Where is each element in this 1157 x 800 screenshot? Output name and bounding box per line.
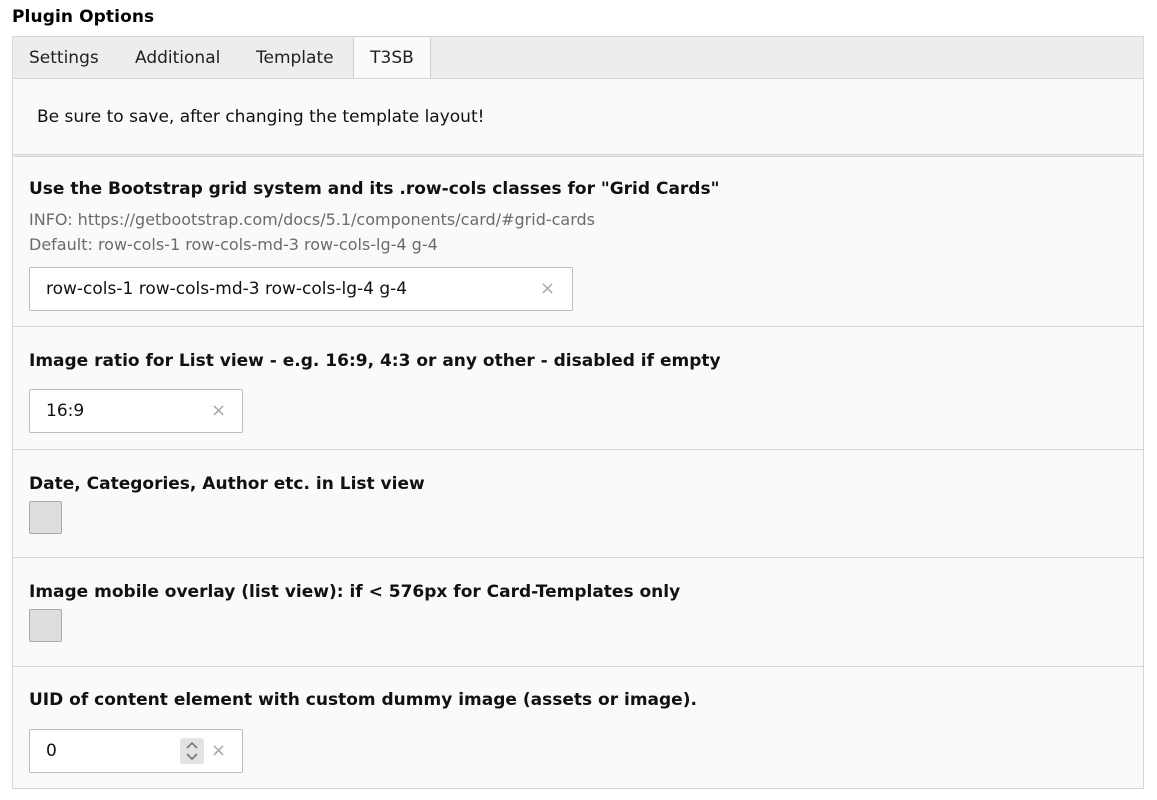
tab-bar: Settings Additional Template T3SB [12,36,1144,80]
dummy-image-uid-input[interactable]: 0 × [29,729,243,773]
mobile-overlay-label: Image mobile overlay (list view): if < 5… [29,582,681,602]
chevron-up-icon[interactable] [186,742,198,749]
tab-panel-t3sb: Be sure to save, after changing the temp… [12,78,1144,789]
field-divider [13,326,1143,327]
plugin-options-page: Plugin Options Settings Additional Templ… [0,0,1157,800]
image-ratio-input[interactable]: 16:9 × [29,389,243,433]
save-notice: Be sure to save, after changing the temp… [37,107,485,127]
list-meta-checkbox[interactable] [29,501,62,534]
grid-cards-label: Use the Bootstrap grid system and its .r… [29,179,720,199]
grid-cards-default: Default: row-cols-1 row-cols-md-3 row-co… [29,235,438,254]
field-divider [13,557,1143,558]
image-ratio-label: Image ratio for List view - e.g. 16:9, 4… [29,351,721,371]
grid-cards-input-value: row-cols-1 row-cols-md-3 row-cols-lg-4 g… [46,279,408,299]
close-icon[interactable]: × [211,740,226,761]
tab-settings[interactable]: Settings [29,37,99,79]
grid-cards-input[interactable]: row-cols-1 row-cols-md-3 row-cols-lg-4 g… [29,267,573,311]
close-icon[interactable]: × [540,278,555,299]
grid-cards-info: INFO: https://getbootstrap.com/docs/5.1/… [29,210,596,229]
field-divider [13,666,1143,667]
dummy-image-uid-label: UID of content element with custom dummy… [29,690,697,710]
mobile-overlay-checkbox[interactable] [29,609,62,642]
spinner-icon[interactable] [180,738,204,764]
close-icon[interactable]: × [211,400,226,421]
tab-t3sb[interactable]: T3SB [353,36,431,80]
image-ratio-input-value: 16:9 [46,401,85,421]
tab-additional[interactable]: Additional [135,37,220,79]
section-divider [13,154,1143,157]
field-divider [13,449,1143,450]
dummy-image-uid-value: 0 [46,741,57,761]
tab-template[interactable]: Template [256,37,334,79]
chevron-down-icon[interactable] [186,753,198,760]
list-meta-label: Date, Categories, Author etc. in List vi… [29,474,425,494]
page-title: Plugin Options [12,7,155,27]
